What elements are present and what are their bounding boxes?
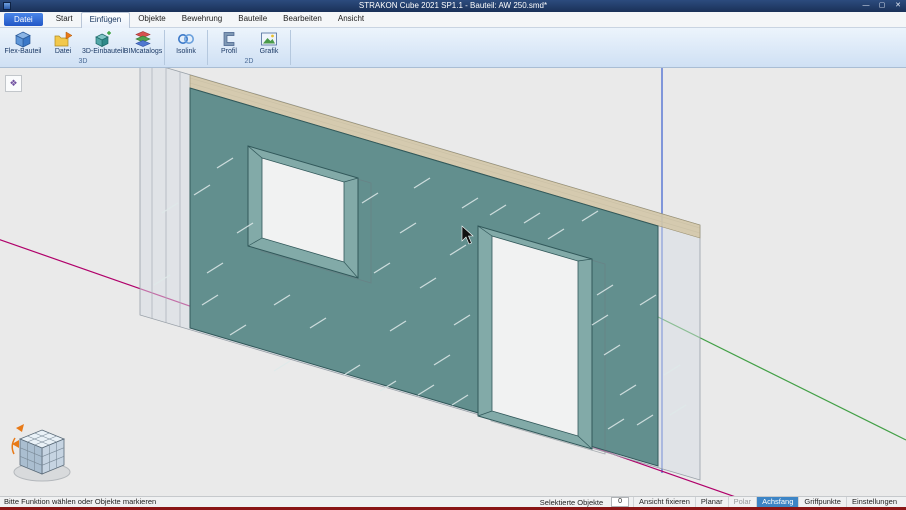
title-bar[interactable]: STRAKON Cube 2021 SP1.1 - Bauteil: AW 25… <box>0 0 906 12</box>
ribbon-item-label: 3D-Einbauteil <box>82 48 124 55</box>
ribbon-item-label: BIMcatalogs <box>124 48 163 55</box>
ribbon-group-2d: Profil Grafik 2D <box>209 28 289 67</box>
ribbon-item-label: Profil <box>221 48 237 55</box>
selected-objects-label: Selektierte Objekte <box>536 498 607 507</box>
tab-einfuegen[interactable]: Einfügen <box>81 12 131 28</box>
toggle-planar[interactable]: Planar <box>695 497 728 507</box>
door-hole <box>492 236 578 436</box>
viewport-tool-icon: ❖ <box>9 78 17 89</box>
maximize-button[interactable]: ▢ <box>874 0 890 12</box>
ribbon-item-label: Flex-Bauteil <box>5 48 42 55</box>
isolink-icon <box>176 30 196 48</box>
ribbon-group-isolink: Isolink <box>166 28 206 67</box>
ribbon-group-label-empty <box>166 57 206 67</box>
toggle-polar[interactable]: Polar <box>728 497 757 507</box>
tab-bauteile[interactable]: Bauteile <box>230 12 275 27</box>
ribbon-item-bimcatalogs[interactable]: BIMcatalogs <box>123 28 163 57</box>
ribbon-group-3d: Flex-Bauteil Datei <box>3 28 163 67</box>
ribbon-tab-row: Datei Start Einfügen Objekte Bewehrung B… <box>0 12 906 28</box>
profile-icon <box>219 30 239 48</box>
window-title: STRAKON Cube 2021 SP1.1 - Bauteil: AW 25… <box>0 0 906 12</box>
ribbon-group-label-2d[interactable]: 2D <box>209 57 289 67</box>
application-window: STRAKON Cube 2021 SP1.1 - Bauteil: AW 25… <box>0 0 906 510</box>
toggle-griffpunkte[interactable]: Griffpunkte <box>798 497 846 507</box>
tab-bearbeiten[interactable]: Bearbeiten <box>275 12 330 27</box>
ribbon-item-flex-bauteil[interactable]: Flex-Bauteil <box>3 28 43 57</box>
ribbon-item-isolink[interactable]: Isolink <box>166 28 206 57</box>
3d-part-icon <box>93 30 113 48</box>
scene-svg[interactable] <box>0 68 906 496</box>
selected-objects-count[interactable]: 0 <box>611 497 629 507</box>
flex-bauteil-icon <box>13 30 33 48</box>
toggle-einstellungen[interactable]: Einstellungen <box>846 497 902 507</box>
bim-catalogs-icon <box>133 30 153 48</box>
tab-objekte[interactable]: Objekte <box>130 12 174 27</box>
door-opening[interactable] <box>478 226 605 454</box>
close-button[interactable]: ✕ <box>890 0 906 12</box>
file-menu-button[interactable]: Datei <box>4 13 43 26</box>
view-cube[interactable] <box>12 424 70 481</box>
ribbon-item-datei[interactable]: Datei <box>43 28 83 57</box>
ribbon: Flex-Bauteil Datei <box>0 28 906 68</box>
rotate-arc-icon <box>12 438 15 454</box>
ribbon-item-label: Grafik <box>260 48 279 55</box>
viewport-toolbar-button[interactable]: ❖ <box>5 75 22 92</box>
ribbon-item-label: Datei <box>55 48 71 55</box>
ribbon-item-profil[interactable]: Profil <box>209 28 249 57</box>
ribbon-separator <box>207 30 208 65</box>
status-message: Bitte Funktion wählen oder Objekte marki… <box>4 497 156 507</box>
graphic-image-icon <box>259 30 279 48</box>
ribbon-separator <box>290 30 291 65</box>
ribbon-separator <box>164 30 165 65</box>
toggle-ansicht-fixieren[interactable]: Ansicht fixieren <box>633 497 695 507</box>
toggle-achsfang[interactable]: Achsfang <box>756 497 798 507</box>
tab-start[interactable]: Start <box>48 12 81 27</box>
ribbon-item-label: Isolink <box>176 48 196 55</box>
ribbon-item-3d-einbauteil[interactable]: 3D-Einbauteil <box>83 28 123 57</box>
file-folder-icon <box>53 30 73 48</box>
tab-bewehrung[interactable]: Bewehrung <box>174 12 230 27</box>
ribbon-group-label-3d[interactable]: 3D <box>3 57 163 67</box>
tab-ansicht[interactable]: Ansicht <box>330 12 372 27</box>
viewport-3d[interactable]: ❖ <box>0 68 906 496</box>
status-bar: Bitte Funktion wählen oder Objekte marki… <box>0 496 906 507</box>
ribbon-item-grafik[interactable]: Grafik <box>249 28 289 57</box>
rotate-up-arrow-icon <box>16 424 24 432</box>
minimize-button[interactable]: — <box>858 0 874 12</box>
